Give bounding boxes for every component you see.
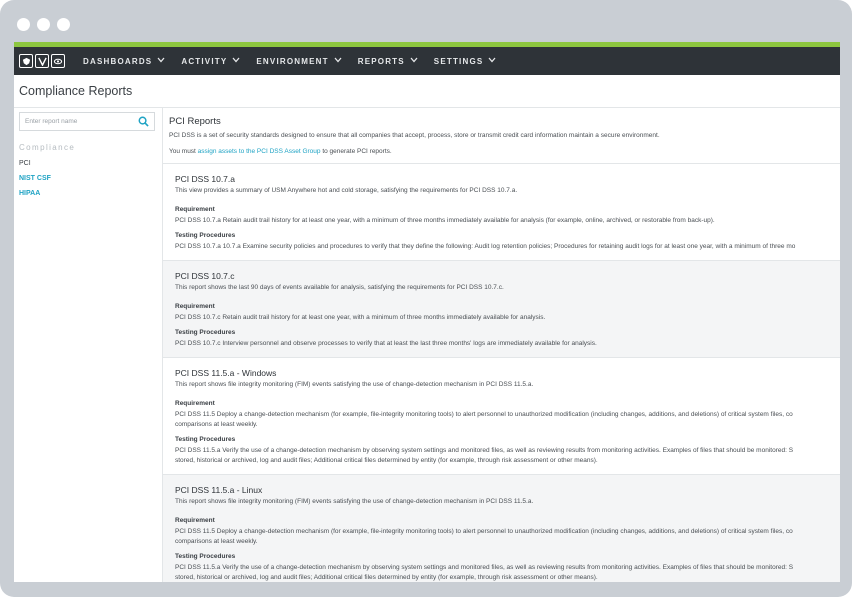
report-card[interactable]: PCI DSS 11.5.a - Windows This report sho… <box>163 358 840 475</box>
assign-assets-link[interactable]: assign assets to the PCI DSS Asset Group <box>198 148 321 155</box>
nav-activity[interactable]: ACTIVITY <box>181 57 240 66</box>
chevron-down-icon <box>232 57 240 63</box>
report-title: PCI DSS 10.7.c <box>175 271 235 281</box>
chevron-down-icon <box>488 57 496 63</box>
search-box <box>19 112 155 131</box>
logo-shield-icon <box>19 54 33 68</box>
nav-label: REPORTS <box>357 56 405 66</box>
sidebar-item-nist-csf[interactable]: NIST CSF <box>19 175 162 182</box>
testing-text: PCI DSS 11.5.a Verify the use of a chang… <box>175 447 794 454</box>
requirement-label: Requirement <box>175 517 215 524</box>
report-title: PCI DSS 10.7.a <box>175 174 236 184</box>
testing-label: Testing Procedures <box>175 329 236 336</box>
main-content: PCI Reports PCI DSS is a set of security… <box>163 108 840 582</box>
page-title-bar: Compliance Reports <box>14 75 840 108</box>
page-title: Compliance Reports <box>19 84 133 98</box>
nav-label: DASHBOARDS <box>83 56 153 66</box>
testing-text: PCI DSS 10.7.a 10.7.a Examine security p… <box>175 243 796 250</box>
report-description: This report shows file integrity monitor… <box>175 381 534 388</box>
report-title: PCI DSS 11.5.a - Linux <box>175 485 263 495</box>
asset-group-note: You must assign assets to the PCI DSS As… <box>169 148 834 155</box>
testing-text-cont: stored, historical or archived, log and … <box>175 574 598 581</box>
report-description: This report shows file integrity monitor… <box>175 498 534 505</box>
requirement-label: Requirement <box>175 303 215 310</box>
testing-text: PCI DSS 10.7.c Interview personnel and o… <box>175 340 597 347</box>
note-prefix: You must <box>169 148 198 155</box>
nav-environment[interactable]: ENVIRONMENT <box>256 56 342 66</box>
note-suffix: to generate PCI reports. <box>320 148 392 155</box>
testing-text-cont: stored, historical or archived, log and … <box>175 457 598 464</box>
sidebar-item-pci[interactable]: PCI <box>19 160 162 167</box>
app-screen: DASHBOARDS ACTIVITY ENVIRONMENT REPORTS … <box>14 42 840 582</box>
chevron-down-icon <box>410 57 418 63</box>
requirement-text-cont: comparisons at least weekly. <box>175 538 258 545</box>
search-input[interactable] <box>25 118 130 125</box>
report-card[interactable]: PCI DSS 11.5.a - Linux This report shows… <box>163 475 840 582</box>
nav-dashboards[interactable]: DASHBOARDS <box>83 57 165 66</box>
window-controls <box>17 18 70 31</box>
requirement-label: Requirement <box>175 206 215 213</box>
window-dot[interactable] <box>57 18 70 31</box>
section-title: PCI Reports <box>169 116 221 127</box>
testing-label: Testing Procedures <box>175 232 236 239</box>
nav-settings[interactable]: SETTINGS <box>434 57 497 66</box>
testing-label: Testing Procedures <box>175 553 236 560</box>
sidebar-item-hipaa[interactable]: HIPAA <box>19 190 162 197</box>
report-card[interactable]: PCI DSS 10.7.c This report shows the las… <box>163 261 840 358</box>
window-dot[interactable] <box>37 18 50 31</box>
requirement-text-cont: comparisons at least weekly. <box>175 421 258 428</box>
search-icon[interactable] <box>138 116 149 127</box>
nav-reports[interactable]: REPORTS <box>358 57 418 66</box>
requirement-label: Requirement <box>175 400 215 407</box>
requirement-text: PCI DSS 11.5 Deploy a change-detection m… <box>175 528 793 535</box>
window-frame: DASHBOARDS ACTIVITY ENVIRONMENT REPORTS … <box>0 0 852 597</box>
app-logo[interactable] <box>19 54 65 68</box>
logo-eye-icon <box>51 54 65 68</box>
chevron-down-icon <box>157 57 165 63</box>
sidebar: Compliance PCI NIST CSF HIPAA <box>14 108 163 582</box>
window-dot[interactable] <box>17 18 30 31</box>
requirement-text: PCI DSS 10.7.a Retain audit trail histor… <box>175 217 715 224</box>
section-description: PCI DSS is a set of security standards d… <box>169 132 660 139</box>
report-description: This report shows the last 90 days of ev… <box>175 284 504 291</box>
chevron-down-icon <box>334 57 342 63</box>
report-card[interactable]: PCI DSS 10.7.a This view provides a summ… <box>163 164 840 261</box>
requirement-text: PCI DSS 10.7.c Retain audit trail histor… <box>175 314 546 321</box>
sidebar-heading: Compliance <box>19 143 76 152</box>
testing-text: PCI DSS 11.5.a Verify the use of a chang… <box>175 564 794 571</box>
report-title: PCI DSS 11.5.a - Windows <box>175 368 277 378</box>
report-description: This view provides a summary of USM Anyw… <box>175 187 518 194</box>
intro-section: PCI Reports PCI DSS is a set of security… <box>163 108 840 164</box>
testing-label: Testing Procedures <box>175 436 236 443</box>
logo-v-icon <box>35 54 49 68</box>
content-body: Compliance PCI NIST CSF HIPAA PCI Report… <box>14 108 840 582</box>
nav-label: ACTIVITY <box>181 56 228 66</box>
top-navbar: DASHBOARDS ACTIVITY ENVIRONMENT REPORTS … <box>14 47 840 75</box>
requirement-text: PCI DSS 11.5 Deploy a change-detection m… <box>175 411 793 418</box>
nav-label: ENVIRONMENT <box>256 56 329 66</box>
nav-label: SETTINGS <box>433 56 484 66</box>
